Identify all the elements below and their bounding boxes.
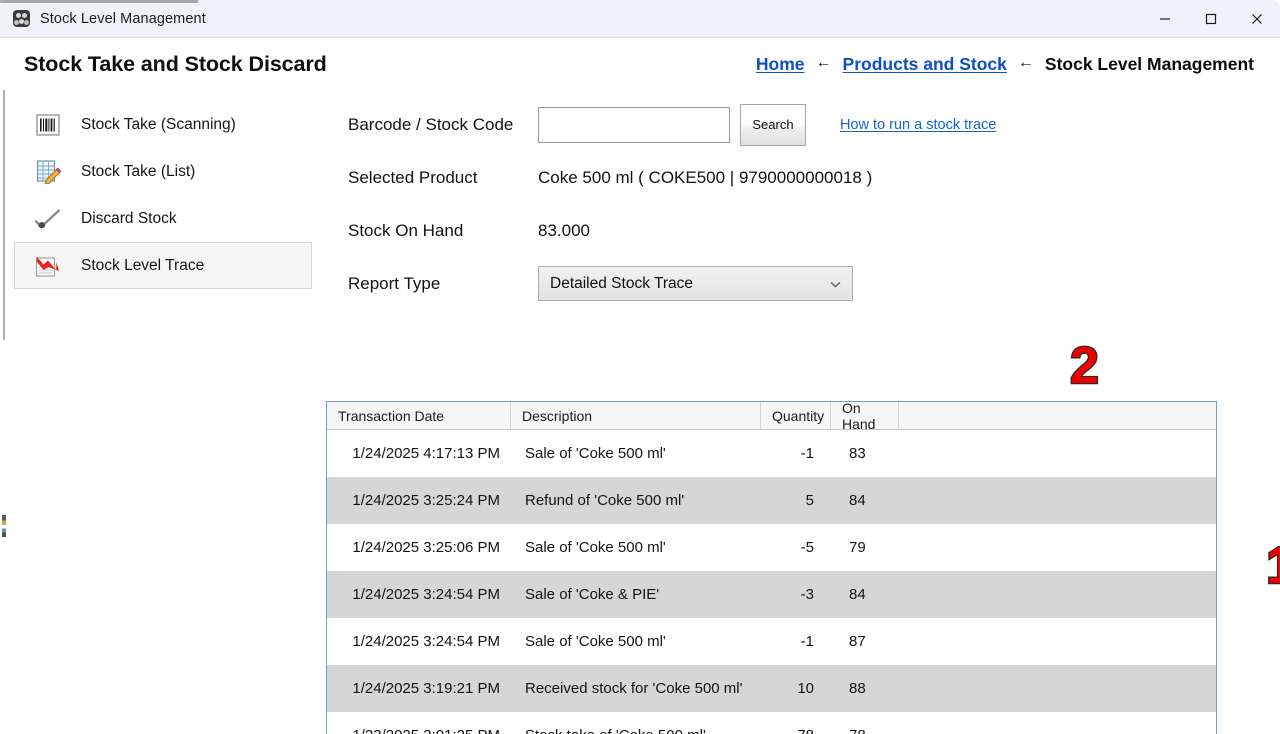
annotation-marker-1: 1 [1265,539,1280,594]
barcode-input[interactable] [538,106,730,143]
sidebar-item-stock-level-trace[interactable]: Stock Level Trace [14,242,312,289]
maximize-button[interactable] [1188,0,1234,37]
report-type-select[interactable]: Detailed Stock Trace [538,266,853,301]
selected-product-label: Selected Product [348,167,478,187]
left-edge-color-artifact [2,515,6,537]
table-row[interactable]: 1/24/2025 3:19:21 PM Received stock for … [327,665,1216,712]
table-row[interactable]: 1/24/2025 3:24:54 PM Sale of 'Coke 500 m… [327,618,1216,665]
barcode-label: Barcode / Stock Code [348,114,514,134]
cell-description: Sale of 'Coke & PIE' [525,586,660,603]
page-title: Stock Take and Stock Discard [24,51,327,76]
cell-description: Sale of 'Coke 500 ml' [525,539,666,556]
breadcrumb-arrow-icon: ← [1017,54,1034,71]
report-type-label: Report Type [348,273,441,293]
cell-quantity: 5 [805,492,814,509]
table-row[interactable]: 1/24/2025 3:24:54 PM Sale of 'Coke & PIE… [327,571,1216,618]
column-header-on-hand[interactable]: On Hand [831,402,899,432]
sidebar-item-label: Stock Take (List) [81,162,196,180]
cell-quantity: 10 [797,680,814,697]
breadcrumb: Home ← Products and Stock ← Stock Level … [756,54,1254,75]
cell-transaction-date: 1/23/2025 3:01:25 PM [327,727,511,734]
report-type-selected-value: Detailed Stock Trace [550,274,694,292]
grid-header-row: Transaction Date Description Quantity On… [327,402,1216,432]
column-header-description[interactable]: Description [511,402,761,429]
report-type-row: Report Type Detailed Stock Trace [326,257,1280,310]
close-button[interactable] [1234,0,1280,37]
stock-on-hand-label: Stock On Hand [348,220,464,240]
column-header-transaction-date[interactable]: Transaction Date [327,402,511,429]
cell-on-hand: 83 [849,445,866,462]
cell-transaction-date: 1/24/2025 3:24:54 PM [352,586,500,603]
table-row[interactable]: 1/24/2025 3:25:06 PM Sale of 'Coke 500 m… [327,524,1216,571]
how-to-run-stock-trace-link[interactable]: How to run a stock trace [840,117,996,133]
app-icon [13,10,30,27]
cell-description: Refund of 'Coke 500 ml' [525,492,685,509]
breadcrumb-item-current: Stock Level Management [1044,53,1254,74]
cell-on-hand: 88 [849,680,866,697]
cell-quantity: -5 [800,539,814,556]
window-controls [1142,0,1280,37]
table-row[interactable]: 1/24/2025 4:17:13 PM Sale of 'Coke 500 m… [327,430,1216,477]
cell-quantity: -3 [800,586,814,603]
annotation-marker-2: 2 [1069,337,1100,395]
cell-on-hand: 84 [849,586,866,603]
grid-body: 1/24/2025 4:17:13 PM Sale of 'Coke 500 m… [327,430,1216,734]
cell-quantity: 78 [761,727,831,734]
cell-description: Sale of 'Coke 500 ml' [525,445,666,462]
left-edge-artifact [3,90,5,340]
cell-description: Stock take of 'Coke 500 ml' [511,727,761,734]
table-row[interactable]: 1/24/2025 3:25:24 PM Refund of 'Coke 500… [327,477,1216,524]
stock-on-hand-value: 83.000 [538,220,590,240]
barcode-row: Barcode / Stock Code Search How to run a… [326,98,1280,151]
selected-product-row: Selected Product Coke 500 ml ( COKE500 |… [326,151,1280,204]
breadcrumb-arrow-icon: ← [815,54,832,71]
list-edit-icon [33,157,63,187]
cell-transaction-date: 1/24/2025 3:25:06 PM [352,539,500,556]
minimize-button[interactable] [1142,0,1188,37]
cell-transaction-date: 1/24/2025 3:25:24 PM [352,492,500,509]
cell-on-hand: 79 [849,539,866,556]
column-header-filler [899,402,1216,429]
breadcrumb-item-products-and-stock[interactable]: Products and Stock [843,54,1007,75]
cell-description: Sale of 'Coke 500 ml' [525,633,666,650]
sidebar-item-discard-stock[interactable]: Discard Stock [14,195,312,242]
cell-transaction-date: 1/24/2025 3:19:21 PM [352,680,500,697]
sidebar-item-stock-take-scanning[interactable]: Stock Take (Scanning) [14,101,312,148]
window-titlebar: Stock Level Management [0,0,1280,38]
selected-product-value: Coke 500 ml ( COKE500 | 9790000000018 ) [538,167,873,187]
main-panel: Barcode / Stock Code Search How to run a… [326,90,1280,734]
cell-transaction-date: 1/24/2025 3:24:54 PM [352,633,500,650]
sidebar-item-label: Stock Take (Scanning) [81,115,236,133]
sidebar-item-label: Discard Stock [81,209,177,227]
cell-quantity: -1 [800,445,814,462]
cell-transaction-date: 1/24/2025 4:17:13 PM [352,445,500,462]
sidebar-item-stock-take-list[interactable]: Stock Take (List) [14,148,312,195]
table-row[interactable]: 1/23/2025 3:01:25 PM Stock take of 'Coke… [327,712,1216,734]
content-area: Stock Take (Scanning) Stock Take (List) … [0,90,1280,734]
trace-chart-icon [33,251,63,281]
cell-on-hand: 87 [849,633,866,650]
page-header: Stock Take and Stock Discard Home ← Prod… [0,38,1280,90]
barcode-icon [33,110,63,140]
discard-check-icon [33,204,63,234]
breadcrumb-item-home[interactable]: Home [756,54,805,75]
cell-on-hand: 78 [831,727,899,734]
stock-on-hand-row: Stock On Hand 83.000 [326,204,1280,257]
cell-description: Received stock for 'Coke 500 ml' [525,680,743,697]
sidebar: Stock Take (Scanning) Stock Take (List) … [0,90,326,734]
stock-trace-grid: Transaction Date Description Quantity On… [326,401,1217,734]
search-button[interactable]: Search [740,103,806,146]
cell-quantity: -1 [800,633,814,650]
cell-on-hand: 84 [849,492,866,509]
column-header-quantity[interactable]: Quantity [761,402,831,429]
top-edge-artifact [0,0,198,3]
chevron-down-icon [830,275,841,293]
window-title: Stock Level Management [40,10,206,27]
sidebar-item-label: Stock Level Trace [81,256,205,274]
